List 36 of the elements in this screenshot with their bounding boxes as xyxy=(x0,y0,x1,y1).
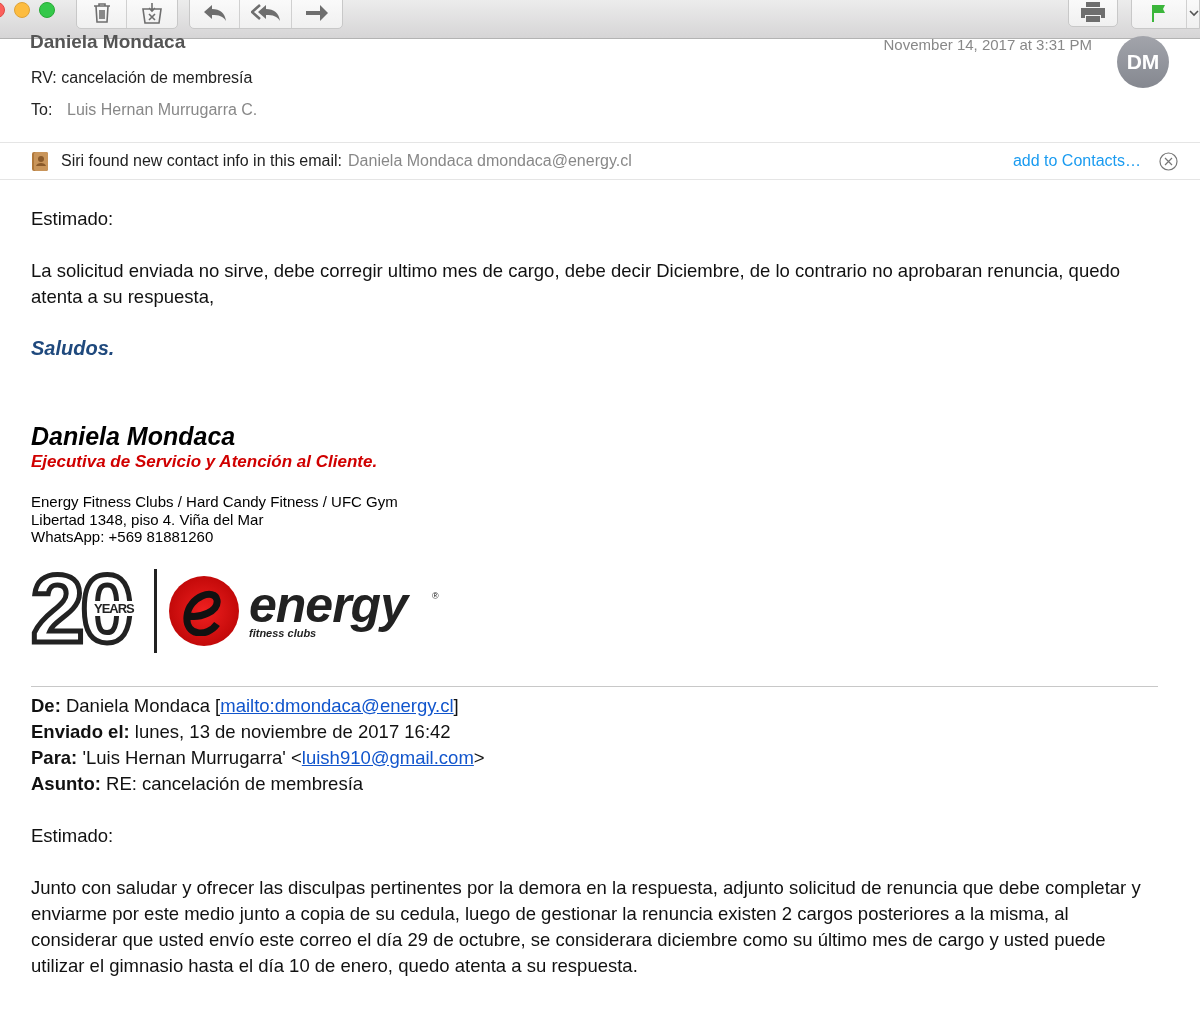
contact-info: Daniela Mondaca dmondaca@energy.cl xyxy=(348,151,632,171)
contacts-book-icon xyxy=(31,150,49,172)
trash-icon xyxy=(92,1,111,24)
message-paragraph: La solicitud enviada no sirve, debe corregir ultimo mes de cargo, debe decir Diciembre, de lo contrario no aprobaran renuncia, quedo atenta a su respuesta, xyxy=(31,259,1122,309)
signature-line: Libertad 1348, piso 4. Viña del Mar xyxy=(31,510,265,528)
closing-text: Saludos. xyxy=(31,336,116,361)
zoom-window-button[interactable] xyxy=(39,2,55,18)
forward-icon xyxy=(305,3,329,22)
siri-message: Siri found new contact info in this email: xyxy=(61,151,343,171)
quoted-header-line: Enviado el: lunes, 13 de noviembre de 2017 16:42 xyxy=(31,719,452,744)
signature-line: Energy Fitness Clubs / Hard Candy Fitness / UFC Gym xyxy=(31,493,399,511)
quoted-header-line: De: Daniela Mondaca [mailto:dmondaca@energy.cl] xyxy=(31,693,460,718)
greeting-text: Estimado: xyxy=(31,207,115,231)
greeting-text: Estimado: xyxy=(31,823,115,848)
reply-all-icon xyxy=(250,3,281,22)
tray-x-icon xyxy=(141,1,163,24)
print-button[interactable] xyxy=(1068,0,1118,27)
dismiss-button[interactable] xyxy=(1159,151,1178,171)
printer-icon xyxy=(1080,0,1106,23)
to-label: To: xyxy=(31,100,53,120)
quoted-header-line: Asunto: RE: cancelación de membresía xyxy=(31,771,365,796)
recipient-name: Luis Hernan Murrugarra C. xyxy=(67,100,258,120)
message-subject: RV: cancelación de membresía xyxy=(31,68,253,88)
chevron-down-icon xyxy=(1189,8,1199,17)
email-link[interactable]: mailto:dmondaca@energy.cl xyxy=(220,694,454,716)
signature-line: WhatsApp: +569 81881260 xyxy=(31,528,215,546)
message-paragraph: Junto con saludar y ofrecer las disculpas pertinentes por la demora en la respuesta, adjunto solicitud de renuncia que debe completar y enviarme por este medio junto a copia de su cedula, luego de gestionar la renuncia existen 2 cargos posteriores a la misma, al considerar que usted envío este correo el día 29 de octubre, se considerara diciembre como su último mes de cargo y usted puede utilizar el gimnasio hasta el día 10 de enero, quedo atenta a su respuesta. xyxy=(31,875,1142,978)
message-date: November 14, 2017 at 3:31 PM xyxy=(883,36,1092,54)
quoted-header-line: Para: 'Luis Hernan Murrugarra' <luish910@gmail.com> xyxy=(31,745,486,770)
sender-name: Daniela Mondaca xyxy=(30,30,186,54)
reply-icon xyxy=(202,3,227,22)
signature-name: Daniela Mondaca xyxy=(31,421,237,451)
signature-title: Ejecutiva de Servicio y Atención al Cliente. xyxy=(31,451,379,473)
flag-icon xyxy=(1152,3,1166,22)
avatar: DM xyxy=(1117,36,1169,88)
email-link[interactable]: luish910@gmail.com xyxy=(301,746,474,768)
